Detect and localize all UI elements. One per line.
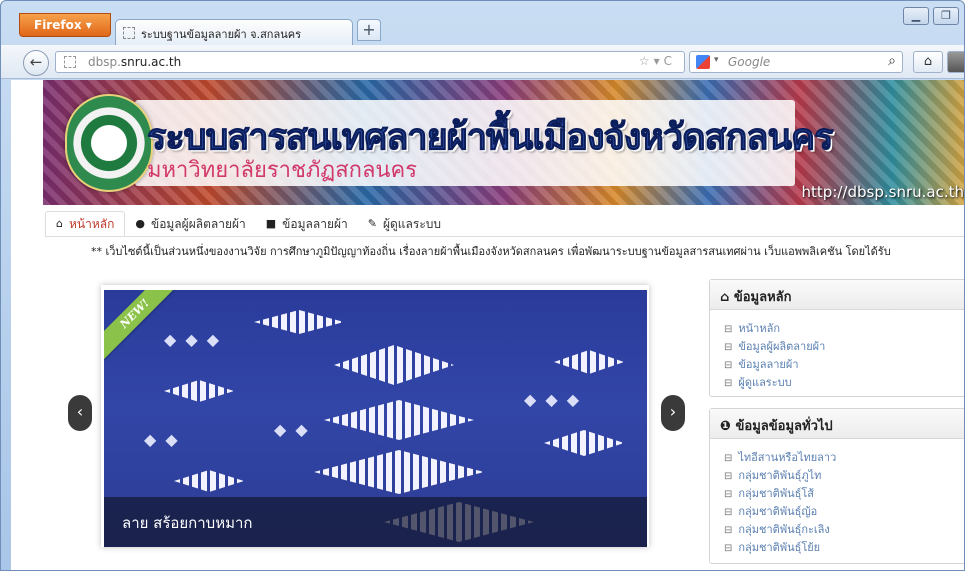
maximize-button[interactable]: ❐ [933,7,959,25]
general-link-list: ⊟ ไทอีสานหรือไทยลาว ⊟ กลุ่มชาติพันธุ์ภูไท … [710,439,964,567]
list-item[interactable]: ⊟ ข้อมูลผู้ผลิตลายผ้า [724,338,951,356]
menu-item-home[interactable]: ⌂ หน้าหลัก [45,211,126,237]
pattern-motif [314,450,484,494]
search-icon[interactable]: ⌕ [888,53,896,69]
menu-item-patterns[interactable]: ■ ข้อมูลลายผ้า [256,211,358,237]
general-info-panel: ❶ ข้อมูลข้อมูลทั่วไป ⊟ ไทอีสานหรือไทยลาว … [709,408,964,567]
menu-item-label: ผู้ดูแลระบบ [382,217,442,231]
book-icon: ■ [265,217,277,230]
page-favicon-icon [123,27,135,39]
new-tab-button[interactable]: + [357,19,381,41]
main-info-panel: ⌂ ข้อมูลหลัก ⊟ หน้าหลัก ⊟ ข้อมูลผู้ผลิตลาย… [709,279,964,397]
list-item[interactable]: ⊟ กลุ่มชาติพันธุ์โย้ย [724,539,951,557]
slide-caption: ลาย สร้อยกาบหมาก [122,514,253,532]
new-ribbon: NEW! [104,290,181,360]
marquee-text: ** เว็บไซต์นี้เป็นส่วนหนึ่งของงานวิจัย ก… [91,245,891,258]
university-seal-logo [65,94,153,192]
tab-title: ระบบฐานข้อมูลลายผ้า จ.สกลนคร [141,28,301,41]
panel-title: ❶ ข้อมูลข้อมูลทั่วไป [710,409,964,439]
bullet-icon: ⊟ [724,525,733,536]
browser-window: Firefox ▾ ระบบฐานข้อมูลลายผ้า จ.สกลนคร +… [0,0,965,571]
pattern-motif [544,430,624,456]
pattern-motif [554,350,624,374]
menu-item-label: ข้อมูลผู้ผลิตลายผ้า [150,217,246,231]
panel-title: ⌂ ข้อมูลหลัก [710,280,964,310]
bullet-icon: ⊟ [724,324,733,335]
caption-bar: ลาย สร้อยกาบหมาก [104,497,647,547]
pattern-motif [324,400,474,440]
info-icon: ❶ [720,419,736,434]
pattern-dots: ◆ ◆ ◆ [524,390,582,409]
slide-image[interactable]: ◆ ◆ ◆ ◆ ◆ ◆ ◆ ◆ ◆ ◆ NEW! ลาย สร้อยกาบหมา… [104,290,647,547]
bullet-icon: ⊟ [724,489,733,500]
slider-prev-button[interactable]: ‹ [68,395,92,431]
minimize-button[interactable]: ▁ [903,7,929,25]
chevron-down-icon[interactable]: ▾ [714,55,719,65]
list-item[interactable]: ⊟ กลุ่มชาติพันธุ์ญ้อ [724,503,951,521]
menu-item-label: ข้อมูลลายผ้า [282,217,348,231]
image-slider: ◆ ◆ ◆ ◆ ◆ ◆ ◆ ◆ ◆ ◆ NEW! ลาย สร้อยกาบหมา… [101,285,649,547]
bullet-icon: ⊟ [724,543,733,554]
home-icon: ⌂ [56,217,63,230]
menu-item-label: หน้าหลัก [68,217,115,231]
main-menu: ⌂ หน้าหลัก ● ข้อมูลผู้ผลิตลายผ้า ■ ข้อมู… [45,211,451,237]
site-identity-icon [64,56,76,68]
list-item[interactable]: ⊟ ไทอีสานหรือไทยลาว [724,449,951,467]
menu-divider [45,236,964,237]
search-input[interactable]: Google [728,55,770,69]
google-icon[interactable] [696,55,710,69]
list-item[interactable]: ⊟ ผู้ดูแลระบบ [724,374,951,392]
home-icon: ⌂ [720,290,734,305]
menu-item-admin[interactable]: ✎ ผู้ดูแลระบบ [358,211,451,237]
tab-strip: Firefox ▾ ระบบฐานข้อมูลลายผ้า จ.สกลนคร +… [1,1,964,45]
navigation-bar: ← dbsp.snru.ac.th ☆▾C ▾ Google ⌕ ⌂ [1,45,964,79]
pattern-motif [254,310,344,334]
bullet-icon: ⊟ [724,360,733,371]
bullet-icon: ⊟ [724,453,733,464]
bullet-icon: ⊟ [724,507,733,518]
pattern-motif [174,470,244,492]
web-page: ระบบสารสนเทศลายผ้าพื้นเมืองจังหวัดสกลนคร… [11,80,964,570]
bullet-icon: ⊟ [724,342,733,353]
site-subtitle: มหาวิทยาลัยราชภัฏสกลนคร [147,158,418,183]
extension-button[interactable] [947,51,964,73]
wrench-icon: ✎ [367,217,377,230]
slider-next-button[interactable]: › [661,395,685,431]
pattern-dots: ◆ ◆ ◆ [164,330,222,349]
list-item[interactable]: ⊟ ข้อมูลลายผ้า [724,356,951,374]
bullet-icon: ⊟ [724,378,733,389]
list-item[interactable]: ⊟ กลุ่มชาติพันธุ์กะเลิง [724,521,951,539]
list-item[interactable]: ⊟ กลุ่มชาติพันธุ์โส้ [724,485,951,503]
url-text: dbsp.snru.ac.th [88,55,182,69]
user-icon: ● [135,217,145,230]
main-link-list: ⊟ หน้าหลัก ⊟ ข้อมูลผู้ผลิตลายผ้า ⊟ ข้อมูลลา… [710,310,964,402]
list-item[interactable]: ⊟ หน้าหลัก [724,320,951,338]
banner-url: http://dbsp.snru.ac.th [801,183,964,201]
browser-tab[interactable]: ระบบฐานข้อมูลลายผ้า จ.สกลนคร [115,19,353,45]
list-item[interactable]: ⊟ กลุ่มชาติพันธุ์ภูไท [724,467,951,485]
pattern-motif [334,345,454,385]
menu-item-producers[interactable]: ● ข้อมูลผู้ผลิตลายผ้า [125,211,255,237]
firefox-menu-button[interactable]: Firefox ▾ [19,13,111,37]
pattern-motif [164,380,234,402]
pattern-dots: ◆ ◆ [274,420,310,439]
bookmark-star-icon[interactable]: ☆▾C [639,54,676,68]
site-banner: ระบบสารสนเทศลายผ้าพื้นเมืองจังหวัดสกลนคร… [43,80,964,205]
back-button[interactable]: ← [23,50,49,76]
pattern-dots: ◆ ◆ [144,430,180,449]
address-bar[interactable]: dbsp.snru.ac.th ☆▾C [55,51,685,73]
bullet-icon: ⊟ [724,471,733,482]
home-button[interactable]: ⌂ [913,51,943,73]
search-bar[interactable]: ▾ Google ⌕ [689,51,903,73]
